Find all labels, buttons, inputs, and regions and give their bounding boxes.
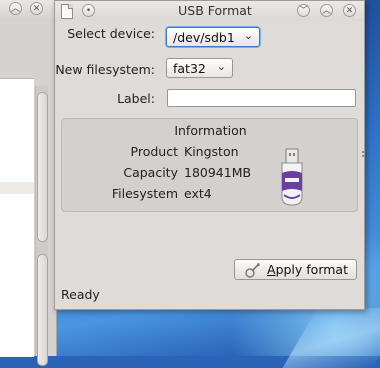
background-scrollbar-track-segment[interactable] bbox=[37, 254, 48, 366]
capacity-value: 180941MB bbox=[184, 165, 252, 180]
apply-format-label: Apply format bbox=[267, 262, 348, 277]
usb-format-dialog: • USB Format ﹀ ︿ ✕ Select device: /dev/s… bbox=[54, 0, 365, 310]
capacity-label: Capacity bbox=[123, 165, 178, 180]
new-filesystem-label: New filesystem: bbox=[55, 62, 155, 77]
information-title: Information bbox=[174, 123, 247, 138]
window-title: USB Format bbox=[178, 3, 252, 18]
maximize-button[interactable]: ︿ bbox=[320, 4, 333, 17]
background-close-button[interactable]: ✕ bbox=[30, 2, 43, 15]
filesystem-select[interactable]: fat32 ⌄ bbox=[166, 58, 233, 78]
close-button[interactable]: ✕ bbox=[343, 4, 356, 17]
minimize-button[interactable]: ﹀ bbox=[297, 4, 310, 17]
usb-drive-icon bbox=[281, 148, 303, 206]
dot-icon: • bbox=[85, 6, 92, 16]
filesystem-select-value: fat32 bbox=[173, 61, 206, 76]
information-group: Information Product Kingston Capacity 18… bbox=[61, 118, 358, 212]
background-list-row[interactable] bbox=[0, 182, 34, 194]
status-text: Ready bbox=[61, 287, 100, 302]
chevron-down-icon: ⌄ bbox=[243, 29, 253, 42]
title-bar[interactable]: • USB Format ﹀ ︿ ✕ bbox=[55, 1, 364, 21]
document-icon bbox=[61, 4, 73, 19]
product-label: Product bbox=[130, 144, 178, 159]
resize-grip[interactable] bbox=[360, 151, 364, 157]
apply-format-button[interactable]: Apply format bbox=[234, 259, 357, 280]
device-select[interactable]: /dev/sdb1 ⌄ bbox=[166, 27, 260, 47]
window-menu-button[interactable]: • bbox=[82, 4, 95, 17]
product-value: Kingston bbox=[184, 144, 239, 159]
filesystem-info-label: Filesystem bbox=[111, 186, 178, 201]
background-window-titlebar[interactable]: ︿ ✕ bbox=[0, 0, 56, 18]
volume-label-label: Label: bbox=[117, 91, 155, 106]
chevron-down-icon: ⌄ bbox=[216, 60, 226, 73]
close-icon: ✕ bbox=[345, 6, 354, 16]
chevron-down-icon: ﹀ bbox=[298, 6, 308, 16]
background-window-content bbox=[0, 78, 34, 357]
desktop-wallpaper-glow bbox=[282, 308, 380, 368]
background-window[interactable]: ︿ ✕ bbox=[0, 0, 57, 366]
close-icon: ✕ bbox=[32, 4, 41, 14]
filesystem-info-value: ext4 bbox=[184, 186, 212, 201]
chevron-up-icon: ︿ bbox=[321, 6, 331, 16]
brush-icon bbox=[245, 263, 260, 278]
background-scrollbar-thumb[interactable] bbox=[37, 92, 48, 242]
volume-label-input[interactable] bbox=[167, 89, 356, 107]
device-select-value: /dev/sdb1 bbox=[173, 30, 235, 45]
select-device-label: Select device: bbox=[67, 26, 155, 41]
chevron-up-icon: ︿ bbox=[10, 4, 20, 14]
background-maximize-button[interactable]: ︿ bbox=[9, 2, 22, 15]
background-scrollbar[interactable] bbox=[35, 86, 48, 366]
